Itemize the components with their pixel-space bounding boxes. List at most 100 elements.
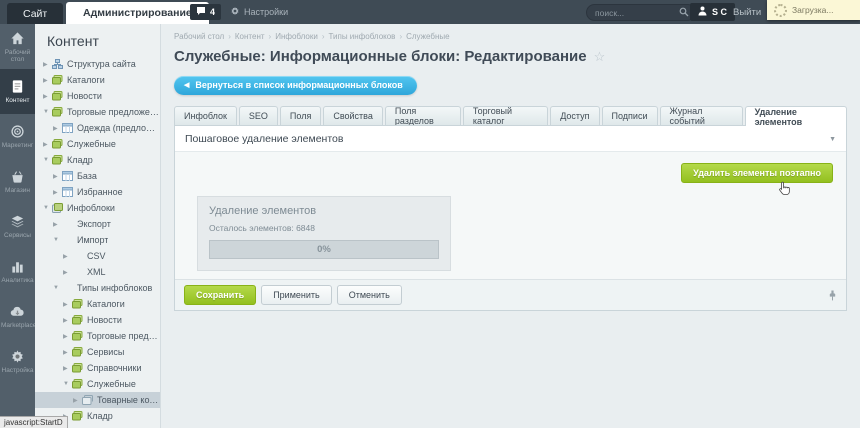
tree-expand-arrow[interactable]: ▶: [43, 141, 52, 148]
sidebar-item-settings[interactable]: Настройка: [0, 339, 35, 384]
topbar-settings[interactable]: Настройки: [230, 4, 288, 20]
table-icon: [62, 171, 74, 181]
tree-item[interactable]: ▶ XML: [35, 264, 160, 280]
sidebar-item-analytics[interactable]: Аналитика: [0, 249, 35, 294]
notification-count: 4: [210, 7, 216, 17]
tab-trade-catalog[interactable]: Торговый каталог: [462, 106, 549, 126]
back-to-list-button[interactable]: ◀ Вернуться в список информационных блок…: [174, 76, 417, 95]
tree-item[interactable]: ▶ Справочники: [35, 360, 160, 376]
sidebar-item-services[interactable]: Сервисы: [0, 204, 35, 249]
breadcrumb-link[interactable]: Рабочий стол: [174, 32, 224, 41]
loading-toast: Загрузка...: [767, 0, 860, 20]
tree-item[interactable]: ▶ Новости: [35, 88, 160, 104]
tree-expand-arrow[interactable]: ▶: [63, 349, 72, 356]
layers-icon: [10, 214, 25, 229]
breadcrumb-link[interactable]: Контент: [235, 32, 265, 41]
tree-expand-arrow[interactable]: ▶: [73, 397, 82, 404]
tree-item[interactable]: ▶ CSV: [35, 248, 160, 264]
tree-expand-arrow[interactable]: ▶: [63, 365, 72, 372]
tree-item[interactable]: ▼ Служебные: [35, 376, 160, 392]
progress-bar: 0%: [209, 240, 439, 259]
none-icon: [62, 283, 74, 293]
tree-expand-arrow[interactable]: ▼: [53, 237, 62, 243]
tree-item[interactable]: ▶ База: [35, 168, 160, 184]
tree-expand-arrow[interactable]: ▶: [43, 61, 52, 68]
tree-item[interactable]: ▶ Экспорт: [35, 216, 160, 232]
tree-item[interactable]: ▶ Структура сайта: [35, 56, 160, 72]
tree-expand-arrow[interactable]: ▶: [53, 125, 62, 132]
user-menu[interactable]: S C: [690, 3, 736, 21]
search-input[interactable]: [593, 6, 667, 19]
tree-expand-arrow[interactable]: ▶: [53, 173, 62, 180]
search-icon[interactable]: [679, 4, 689, 22]
tab-delete-elements[interactable]: Удаление элементов: [744, 106, 847, 127]
apply-button[interactable]: Применить: [261, 285, 332, 305]
tree-item[interactable]: ▼ Импорт: [35, 232, 160, 248]
chart-icon: [10, 259, 25, 274]
tree-item[interactable]: ▶ Избранное: [35, 184, 160, 200]
tree-expand-arrow[interactable]: ▼: [43, 157, 52, 163]
save-button[interactable]: Сохранить: [184, 285, 257, 305]
tab-properties[interactable]: Свойства: [323, 106, 383, 125]
sidebar-item-marketplace[interactable]: Marketplace: [0, 294, 36, 339]
tree-item[interactable]: ▶ Служебные: [35, 136, 160, 152]
pin-icon[interactable]: [828, 288, 837, 306]
tab-fields[interactable]: Поля: [279, 106, 322, 125]
tree-item[interactable]: ▶ Товарные коллекции: [35, 392, 160, 408]
tree-expand-arrow[interactable]: ▼: [53, 285, 62, 291]
tree-expand-arrow[interactable]: ▶: [63, 301, 72, 308]
tree-item[interactable]: ▼ Кладр: [35, 152, 160, 168]
chevron-down-icon[interactable]: ▼: [829, 136, 836, 143]
tab-section-fields[interactable]: Поля разделов: [384, 106, 461, 126]
tree-expand-arrow[interactable]: ▶: [63, 269, 72, 276]
person-icon: [698, 6, 707, 18]
basket-icon: [10, 169, 25, 184]
edit-form-panel: Пошаговое удаление элементов ▼ Удалить э…: [174, 125, 847, 311]
tree-item[interactable]: ▶ Каталоги: [35, 72, 160, 88]
table-icon: [62, 187, 74, 197]
tree-item[interactable]: ▼ Типы инфоблоков: [35, 280, 160, 296]
tab-seo[interactable]: SEO: [238, 106, 278, 125]
tab-captions[interactable]: Подписи: [601, 106, 658, 125]
tab-infoblock[interactable]: Инфоблок: [174, 106, 237, 125]
stack-icon: [72, 315, 84, 325]
top-tab-admin[interactable]: Администрирование: [66, 2, 209, 24]
tree-expand-arrow[interactable]: ▶: [43, 93, 52, 100]
tree-item[interactable]: ▶ Сервисы: [35, 344, 160, 360]
sidebar-item-content[interactable]: Контент: [0, 69, 35, 114]
delete-elements-button[interactable]: Удалить элементы поэтапно: [681, 163, 833, 183]
tree-expand-arrow[interactable]: ▶: [53, 189, 62, 196]
tree-item[interactable]: ▼ Инфоблоки: [35, 200, 160, 216]
breadcrumb-link[interactable]: Типы инфоблоков: [328, 32, 395, 41]
cancel-button[interactable]: Отменить: [336, 285, 402, 305]
notifications-counter[interactable]: 4: [190, 4, 222, 20]
tree-expand-arrow[interactable]: ▶: [53, 221, 62, 228]
tab-access[interactable]: Доступ: [550, 106, 600, 125]
tree-item[interactable]: ▶ Новости: [35, 312, 160, 328]
top-tab-site[interactable]: Сайт: [7, 3, 64, 24]
tree-item[interactable]: ▶ Одежда (предложения): [35, 120, 160, 136]
stack-icon: [72, 379, 84, 389]
tab-event-log[interactable]: Журнал событий: [659, 106, 743, 126]
favorite-star-icon[interactable]: ☆: [594, 49, 606, 64]
tree-expand-arrow[interactable]: ▶: [63, 333, 72, 340]
deletion-progress-box: Удаление элементов Осталось элементов: 6…: [197, 196, 451, 271]
sidebar-item-shop[interactable]: Магазин: [0, 159, 35, 204]
breadcrumb-link[interactable]: Служебные: [406, 32, 449, 41]
tree-expand-arrow[interactable]: ▼: [43, 205, 52, 211]
admin-app: Сайт Администрирование 4 Настройки S C В…: [0, 0, 860, 428]
logout-link[interactable]: Выйти: [733, 0, 761, 24]
breadcrumb-link[interactable]: Инфоблоки: [275, 32, 318, 41]
tree-expand-arrow[interactable]: ▶: [63, 253, 72, 260]
tree-item[interactable]: ▶ Торговые предложения: [35, 328, 160, 344]
sidebar-item-marketing[interactable]: Маркетинг: [0, 114, 35, 159]
tree-item[interactable]: ▶ Каталоги: [35, 296, 160, 312]
form-footer: Сохранить Применить Отменить: [175, 279, 846, 310]
tree-expand-arrow[interactable]: ▶: [43, 77, 52, 84]
sidebar-item-desktop[interactable]: Рабочий стол: [0, 24, 35, 69]
tree-expand-arrow[interactable]: ▶: [63, 317, 72, 324]
tree-expand-arrow[interactable]: ▼: [63, 381, 72, 387]
target-icon: [10, 124, 25, 139]
tree-item[interactable]: ▼ Торговые предложения: [35, 104, 160, 120]
tree-expand-arrow[interactable]: ▼: [43, 109, 52, 115]
